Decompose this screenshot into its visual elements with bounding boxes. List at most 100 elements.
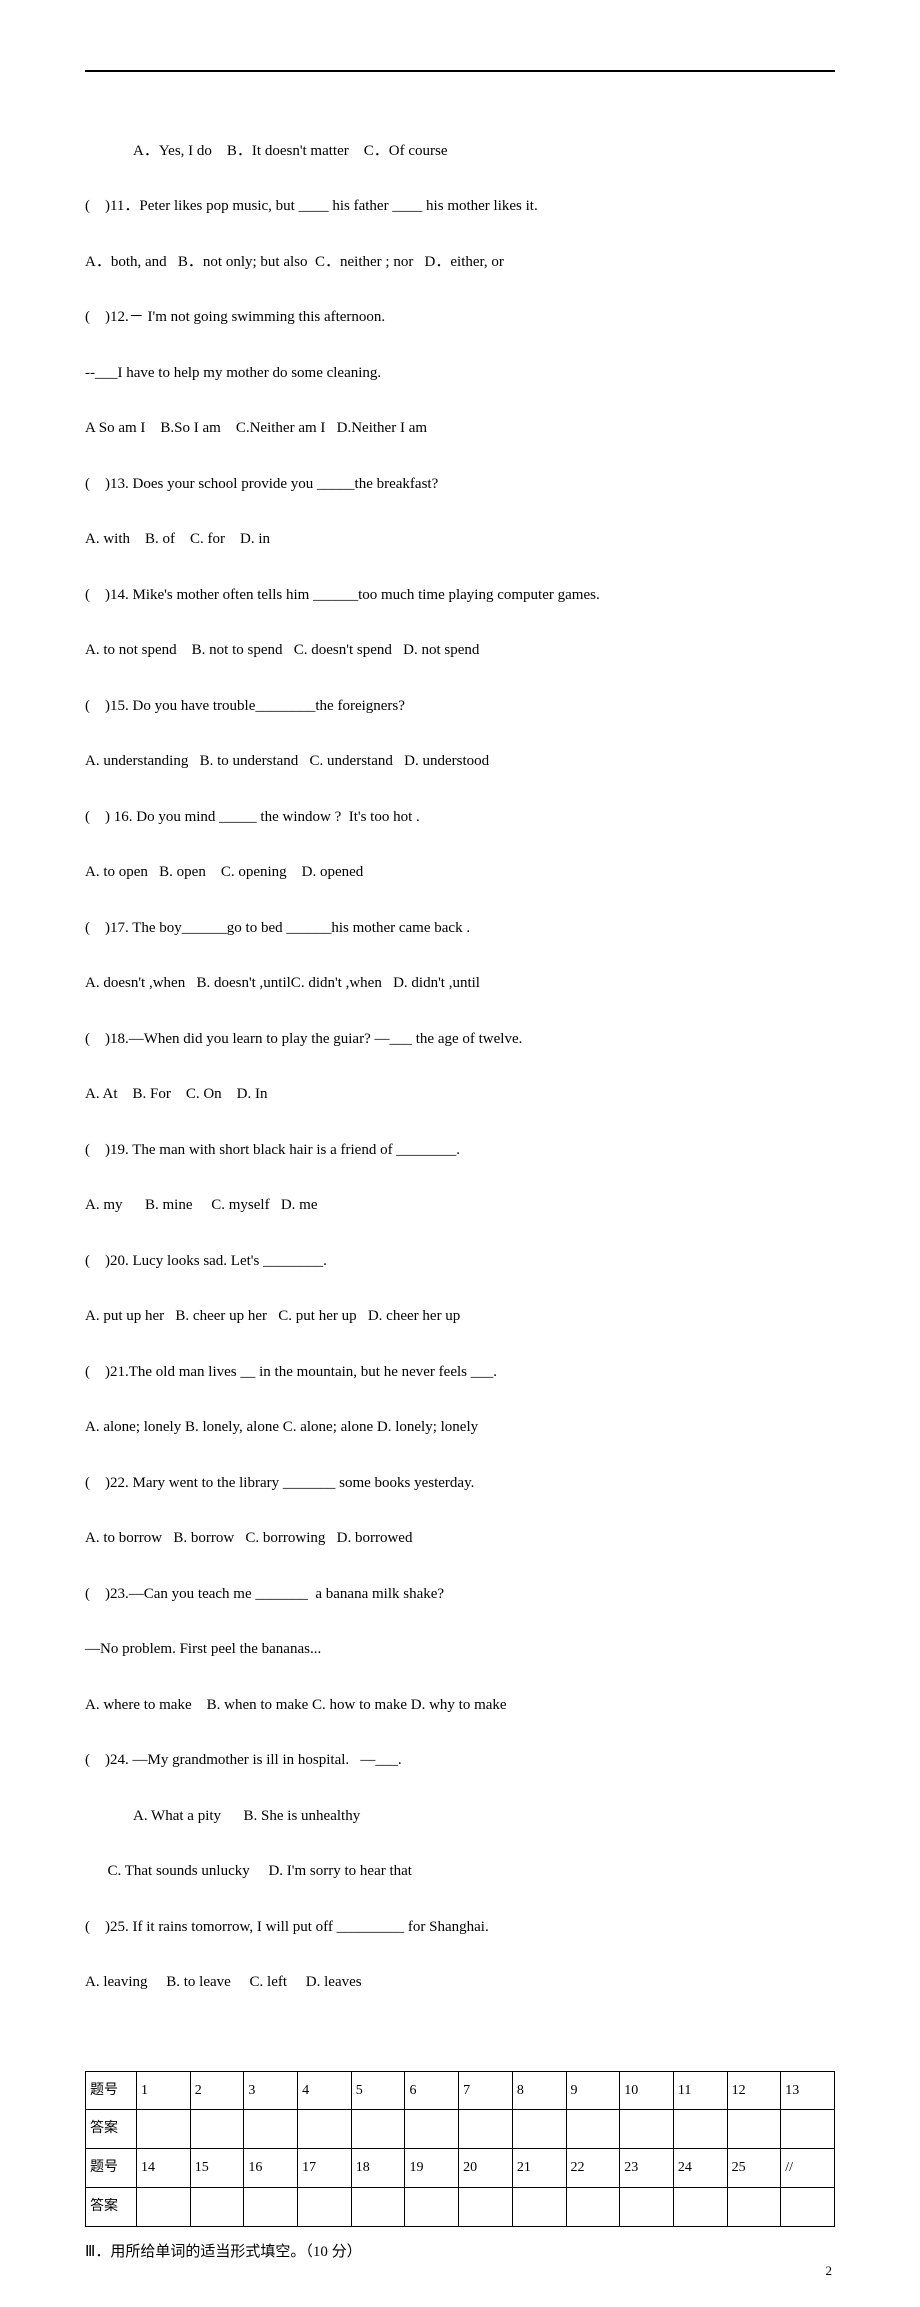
question-block: A．Yes, I do B．It doesn't matter C．Of cou… bbox=[85, 110, 835, 2053]
answer-cell[interactable] bbox=[512, 2188, 566, 2227]
answer-cell[interactable] bbox=[620, 2110, 674, 2149]
q19-stem: ( )19. The man with short black hair is … bbox=[85, 1137, 835, 1165]
table-row: 题号 14 15 16 17 18 19 20 21 22 23 24 25 /… bbox=[86, 2149, 835, 2188]
answer-cell[interactable] bbox=[405, 2110, 459, 2149]
q19-options: A. my B. mine C. myself D. me bbox=[85, 1192, 835, 1220]
row-label: 答案 bbox=[86, 2110, 137, 2149]
q15-options: A. understanding B. to understand C. und… bbox=[85, 748, 835, 776]
page-number: 2 bbox=[826, 2259, 833, 2283]
q18-stem: ( )18.—When did you learn to play the gu… bbox=[85, 1026, 835, 1054]
answer-cell[interactable] bbox=[673, 2110, 727, 2149]
answer-cell[interactable] bbox=[459, 2188, 513, 2227]
answer-cell[interactable] bbox=[512, 2110, 566, 2149]
answer-cell[interactable] bbox=[244, 2110, 298, 2149]
answer-cell[interactable] bbox=[351, 2188, 405, 2227]
answer-cell[interactable] bbox=[566, 2188, 620, 2227]
answer-cell[interactable] bbox=[781, 2188, 835, 2227]
answer-cell[interactable] bbox=[405, 2188, 459, 2227]
answer-cell[interactable] bbox=[137, 2188, 191, 2227]
answer-cell[interactable] bbox=[190, 2188, 244, 2227]
q24-options-a: A. What a pity B. She is unhealthy bbox=[85, 1803, 835, 1831]
cell: 25 bbox=[727, 2149, 781, 2188]
table-row: 答案 bbox=[86, 2110, 835, 2149]
q14-options: A. to not spend B. not to spend C. doesn… bbox=[85, 637, 835, 665]
q11-options: A．both, and B．not only; but also C．neith… bbox=[85, 249, 835, 277]
q13-stem: ( )13. Does your school provide you ____… bbox=[85, 471, 835, 499]
q24-stem: ( )24. —My grandmother is ill in hospita… bbox=[85, 1747, 835, 1775]
page-container: A．Yes, I do B．It doesn't matter C．Of cou… bbox=[0, 0, 920, 2307]
answer-cell[interactable] bbox=[244, 2188, 298, 2227]
q24-options-b: C. That sounds unlucky D. I'm sorry to h… bbox=[85, 1858, 835, 1886]
q12-cont: --___I have to help my mother do some cl… bbox=[85, 360, 835, 388]
q15-stem: ( )15. Do you have trouble________the fo… bbox=[85, 693, 835, 721]
row-label: 题号 bbox=[86, 2071, 137, 2110]
answer-cell[interactable] bbox=[298, 2110, 352, 2149]
cell: // bbox=[781, 2149, 835, 2188]
cell: 16 bbox=[244, 2149, 298, 2188]
cell: 18 bbox=[351, 2149, 405, 2188]
cell: 17 bbox=[298, 2149, 352, 2188]
cell: 11 bbox=[673, 2071, 727, 2110]
q17-options: A. doesn't ,when B. doesn't ,untilC. did… bbox=[85, 970, 835, 998]
q21-options: A. alone; lonely B. lonely, alone C. alo… bbox=[85, 1414, 835, 1442]
cell: 14 bbox=[137, 2149, 191, 2188]
q20-options: A. put up her B. cheer up her C. put her… bbox=[85, 1303, 835, 1331]
q12-options: A So am I B.So I am C.Neither am I D.Nei… bbox=[85, 415, 835, 443]
answer-cell[interactable] bbox=[727, 2110, 781, 2149]
table-row: 题号 1 2 3 4 5 6 7 8 9 10 11 12 13 bbox=[86, 2071, 835, 2110]
q20-stem: ( )20. Lucy looks sad. Let's ________. bbox=[85, 1248, 835, 1276]
q25-options: A. leaving B. to leave C. left D. leaves bbox=[85, 1969, 835, 1997]
section-3-heading: Ⅲ．用所给单词的适当形式填空。（10 分） bbox=[85, 2239, 835, 2267]
cell: 20 bbox=[459, 2149, 513, 2188]
answer-cell[interactable] bbox=[137, 2110, 191, 2149]
q10-options: A．Yes, I do B．It doesn't matter C．Of cou… bbox=[85, 138, 835, 166]
cell: 1 bbox=[137, 2071, 191, 2110]
cell: 15 bbox=[190, 2149, 244, 2188]
cell: 2 bbox=[190, 2071, 244, 2110]
q18-options: A. At B. For C. On D. In bbox=[85, 1081, 835, 1109]
cell: 19 bbox=[405, 2149, 459, 2188]
q23-cont: —No problem. First peel the bananas... bbox=[85, 1636, 835, 1664]
row-label: 题号 bbox=[86, 2149, 137, 2188]
q22-stem: ( )22. Mary went to the library _______ … bbox=[85, 1470, 835, 1498]
cell: 9 bbox=[566, 2071, 620, 2110]
q12-stem: ( )12.－ I'm not going swimming this afte… bbox=[85, 304, 835, 332]
cell: 8 bbox=[512, 2071, 566, 2110]
cell: 21 bbox=[512, 2149, 566, 2188]
answer-cell[interactable] bbox=[673, 2188, 727, 2227]
answer-cell[interactable] bbox=[781, 2110, 835, 2149]
q25-stem: ( )25. If it rains tomorrow, I will put … bbox=[85, 1914, 835, 1942]
q11-stem: ( )11．Peter likes pop music, but ____ hi… bbox=[85, 193, 835, 221]
cell: 3 bbox=[244, 2071, 298, 2110]
answer-cell[interactable] bbox=[298, 2188, 352, 2227]
cell: 12 bbox=[727, 2071, 781, 2110]
top-rule bbox=[85, 70, 835, 72]
cell: 13 bbox=[781, 2071, 835, 2110]
q16-options: A. to open B. open C. opening D. opened bbox=[85, 859, 835, 887]
q23-stem: ( )23.—Can you teach me _______ a banana… bbox=[85, 1581, 835, 1609]
cell: 7 bbox=[459, 2071, 513, 2110]
cell: 24 bbox=[673, 2149, 727, 2188]
cell: 4 bbox=[298, 2071, 352, 2110]
answer-cell[interactable] bbox=[351, 2110, 405, 2149]
q21-stem: ( )21.The old man lives __ in the mounta… bbox=[85, 1359, 835, 1387]
q22-options: A. to borrow B. borrow C. borrowing D. b… bbox=[85, 1525, 835, 1553]
cell: 10 bbox=[620, 2071, 674, 2110]
answer-cell[interactable] bbox=[190, 2110, 244, 2149]
row-label: 答案 bbox=[86, 2188, 137, 2227]
table-row: 答案 bbox=[86, 2188, 835, 2227]
cell: 23 bbox=[620, 2149, 674, 2188]
q13-options: A. with B. of C. for D. in bbox=[85, 526, 835, 554]
cell: 22 bbox=[566, 2149, 620, 2188]
q14-stem: ( )14. Mike's mother often tells him ___… bbox=[85, 582, 835, 610]
cell: 6 bbox=[405, 2071, 459, 2110]
answer-cell[interactable] bbox=[620, 2188, 674, 2227]
cell: 5 bbox=[351, 2071, 405, 2110]
q16-stem: ( ) 16. Do you mind _____ the window ? I… bbox=[85, 804, 835, 832]
q17-stem: ( )17. The boy______go to bed ______his … bbox=[85, 915, 835, 943]
answer-cell[interactable] bbox=[727, 2188, 781, 2227]
q23-options: A. where to make B. when to make C. how … bbox=[85, 1692, 835, 1720]
answer-cell[interactable] bbox=[566, 2110, 620, 2149]
answer-cell[interactable] bbox=[459, 2110, 513, 2149]
answer-table: 题号 1 2 3 4 5 6 7 8 9 10 11 12 13 答案 bbox=[85, 2071, 835, 2228]
